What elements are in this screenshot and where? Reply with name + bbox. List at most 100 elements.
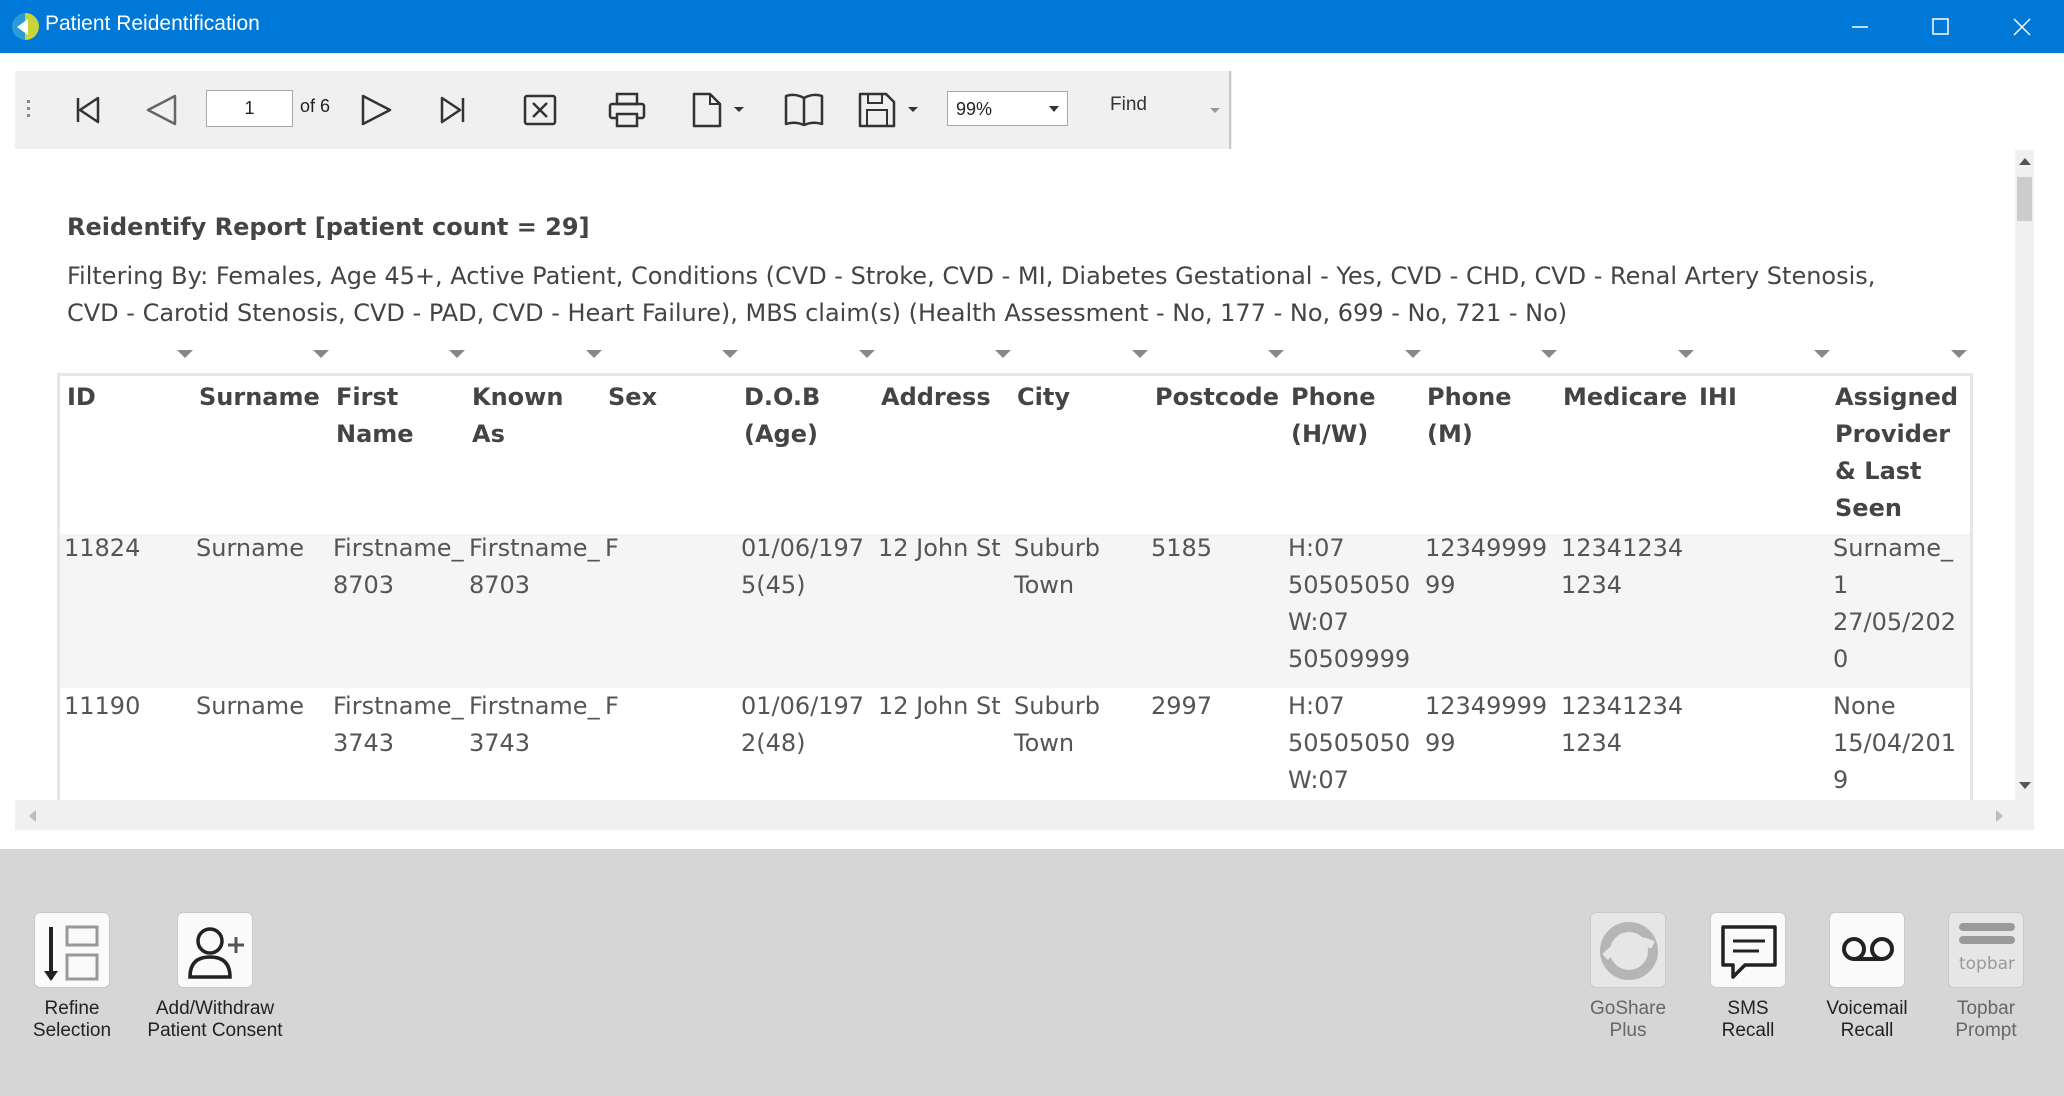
previous-page-button[interactable] [140,88,184,132]
close-button[interactable] [1982,0,2062,53]
refine-selection-icon [34,912,110,988]
table-cell: 2997 [1151,692,1213,720]
page-number-input[interactable]: 1 [206,90,293,127]
column-header: Phone (M) [1427,383,1512,448]
table-cell: None 15/04/201 9 [1833,692,1957,794]
find-button[interactable]: Find [1110,94,1147,116]
table-cell: 12 John St [878,692,1001,720]
table-cell: 11190 [64,692,141,720]
chat-bubble-icon [1710,912,1786,988]
column-header: Surname [199,383,320,411]
svg-text:topbar: topbar [1959,954,2015,974]
maximize-icon [1932,18,1949,35]
column-header: Phone (H/W) [1291,383,1376,448]
document-icon [692,92,722,128]
column-filter-dropdown-icon[interactable] [177,350,193,358]
column-filter-dropdown-icon[interactable] [1541,350,1557,358]
patient-consent-button[interactable]: Add/Withdraw Patient Consent [142,912,288,1042]
minimize-icon [1852,26,1868,28]
chevron-down-icon[interactable] [908,107,918,112]
printer-icon [608,92,646,128]
column-filter-dropdown-icon[interactable] [449,350,465,358]
next-page-button[interactable] [355,88,399,132]
table-cell: Suburb Town [1014,534,1100,599]
horizontal-scrollbar[interactable] [15,800,2034,830]
refine-selection-button[interactable]: Refine Selection [22,912,122,1042]
report-title: Reidentify Report [patient count = 29] [67,213,590,241]
voicemail-recall-button[interactable]: Voicemail Recall [1817,912,1917,1042]
column-header: Address [881,383,991,411]
page-setup-button[interactable] [688,88,732,132]
table-cell: 12349999 99 [1425,534,1548,599]
column-header: D.O.B (Age) [744,383,821,448]
topbar-logo-icon: topbar [1948,912,2024,988]
window-title: Patient Reidentification [45,12,260,35]
save-icon [858,92,896,128]
minimize-button[interactable] [1820,0,1900,53]
scroll-down-icon [2019,782,2031,789]
table-cell: F [605,534,619,562]
column-header: ID [67,383,96,411]
column-filter-dropdown-icon[interactable] [1268,350,1284,358]
page-count: of 6 [300,96,331,116]
column-header: First Name [336,383,414,448]
table-cell: 01/06/197 2(48) [741,692,865,757]
close-report-icon [523,94,557,126]
column-filter-dropdown-icon[interactable] [1951,350,1967,358]
column-header: Known As [472,383,564,448]
first-page-icon [76,96,100,124]
refine-selection-label: Refine Selection [32,998,112,1041]
table-cell: 12 John St [878,534,1001,562]
chevron-down-icon[interactable] [734,107,744,112]
first-page-button[interactable] [66,88,110,132]
topbar-prompt-button[interactable]: topbar Topbar Prompt [1936,912,2036,1042]
column-header: Assigned Provider & Last Seen [1835,383,1959,522]
table-cell: 11824 [64,534,141,562]
zoom-select[interactable]: 99% [947,91,1068,126]
column-filter-dropdown-icon[interactable] [313,350,329,358]
report-filter-text: Filtering By: Females, Age 45+, Active P… [67,262,1876,327]
column-header: Sex [608,383,658,411]
toolbar-divider [1229,71,1231,149]
table-cell: Firstname_ 3743 [469,692,600,757]
toolbar-grip[interactable] [27,100,31,120]
table-cell: Surname_ 1 27/05/202 0 [1833,534,1957,673]
column-filter-dropdown-icon[interactable] [995,350,1011,358]
print-button[interactable] [605,88,649,132]
chevron-down-icon [1049,106,1059,112]
voicemail-recall-label: Voicemail Recall [1826,998,1908,1041]
title-bar: Patient Reidentification [0,0,2064,53]
table-cell: Firstname_ 3743 [333,692,464,757]
column-header: Medicare [1563,383,1688,411]
column-filter-dropdown-icon[interactable] [1814,350,1830,358]
print-layout-button[interactable] [782,88,826,132]
maximize-button[interactable] [1900,0,1980,53]
vertical-scrollbar[interactable] [2015,150,2034,800]
stop-render-button[interactable] [518,88,562,132]
goshare-plus-button[interactable]: GoShare Plus [1578,912,1678,1042]
patient-consent-label: Add/Withdraw Patient Consent [147,998,283,1041]
column-filter-dropdown-icon[interactable] [859,350,875,358]
table-cell: H:07 50505050 W:07 50509999 [1288,534,1411,673]
column-filter-dropdown-icon[interactable] [722,350,738,358]
previous-page-icon [146,94,177,126]
table-cell: Firstname_ 8703 [469,534,600,599]
column-filter-dropdown-icon[interactable] [1678,350,1694,358]
sms-recall-button[interactable]: SMS Recall [1698,912,1798,1042]
scroll-thumb [2017,177,2032,221]
scroll-up-icon [2019,158,2031,165]
table-cell: 12341234 1234 [1561,534,1684,599]
column-filter-dropdown-icon[interactable] [1132,350,1148,358]
chevron-down-icon[interactable] [1210,108,1220,113]
column-filter-dropdown-icon[interactable] [586,350,602,358]
next-page-icon [361,94,392,126]
last-page-icon [440,96,465,124]
table-cell: Surname [196,534,304,562]
app-icon [12,13,39,40]
column-filter-dropdown-icon[interactable] [1405,350,1421,358]
book-icon [784,93,824,127]
table-cell: Surname [196,692,304,720]
last-page-button[interactable] [432,88,476,132]
voicemail-icon [1829,912,1905,988]
export-button[interactable] [856,88,900,132]
